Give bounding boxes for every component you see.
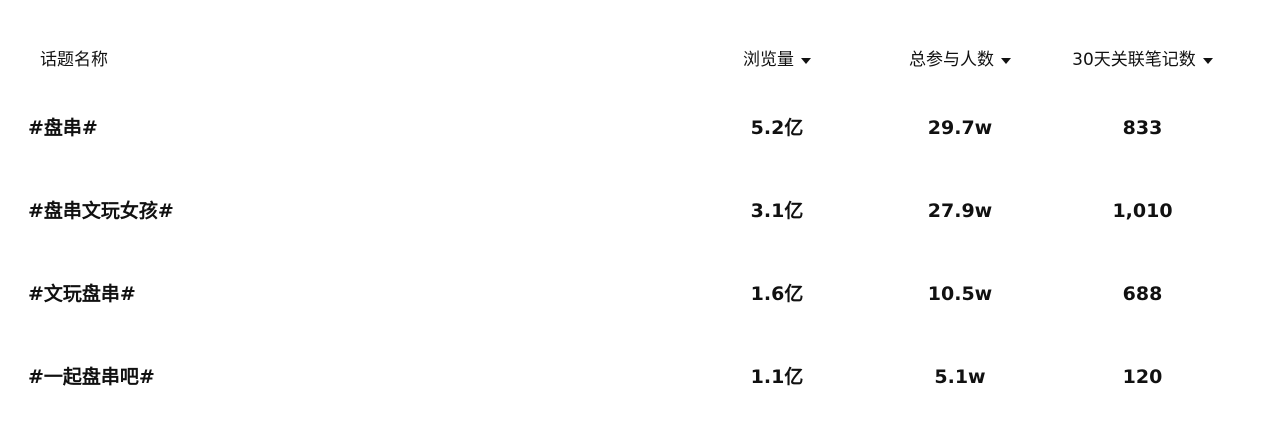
notes-value: 833: [1122, 117, 1163, 139]
header-notes-30d-label: 30天关联笔记数: [1072, 50, 1196, 70]
topic-name[interactable]: #盘串#: [28, 108, 628, 148]
table-row[interactable]: #文玩盘串# 1.6亿 10.5w 688: [0, 274, 1280, 314]
participants-value: 27.9w: [927, 200, 993, 222]
views-value: 5.2亿: [750, 117, 804, 139]
caret-down-icon[interactable]: [801, 58, 811, 64]
topic-name[interactable]: #一起盘串吧#: [28, 357, 628, 397]
header-participants-label: 总参与人数: [909, 50, 994, 70]
topic-name[interactable]: #文玩盘串#: [28, 274, 628, 314]
participants-value: 29.7w: [927, 117, 993, 139]
topic-name[interactable]: #盘串文玩女孩#: [28, 191, 628, 231]
notes-value: 688: [1122, 283, 1163, 305]
header-views-label: 浏览量: [743, 50, 794, 70]
views-value: 1.6亿: [750, 283, 804, 305]
notes-value: 1,010: [1112, 200, 1173, 222]
caret-down-icon[interactable]: [1001, 58, 1011, 64]
participants-value: 5.1w: [934, 366, 986, 388]
views-value: 3.1亿: [750, 200, 804, 222]
header-views[interactable]: 浏览量: [722, 40, 832, 80]
views-value: 1.1亿: [750, 366, 804, 388]
header-topic-name: 话题名称: [40, 50, 108, 70]
header-notes-30d[interactable]: 30天关联笔记数: [1060, 40, 1225, 80]
header-participants[interactable]: 总参与人数: [890, 40, 1030, 80]
notes-value: 120: [1122, 366, 1163, 388]
topic-table: 话题名称 浏览量 总参与人数 30天关联笔记数 #盘串# 5.2亿 29.7w …: [0, 0, 1280, 425]
table-row[interactable]: #一起盘串吧# 1.1亿 5.1w 120: [0, 357, 1280, 397]
table-header: 话题名称 浏览量 总参与人数 30天关联笔记数: [0, 40, 1280, 80]
table-row[interactable]: #盘串文玩女孩# 3.1亿 27.9w 1,010: [0, 191, 1280, 231]
table-row[interactable]: #盘串# 5.2亿 29.7w 833: [0, 108, 1280, 148]
participants-value: 10.5w: [927, 283, 993, 305]
caret-down-icon[interactable]: [1202, 58, 1213, 64]
